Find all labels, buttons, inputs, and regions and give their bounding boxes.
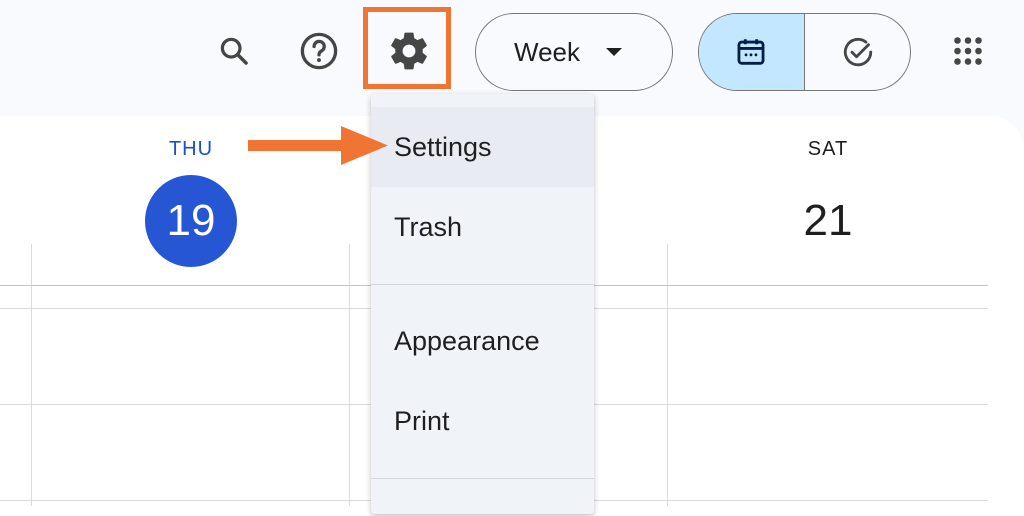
calendar-mode-button[interactable]: [699, 14, 804, 90]
calendar-tasks-toggle: [698, 13, 911, 91]
settings-menu: Settings Trash Appearance Print: [371, 94, 594, 514]
menu-item-print[interactable]: Print: [371, 381, 594, 461]
help-button[interactable]: [295, 27, 343, 75]
annotation-arrow-icon: [248, 126, 388, 165]
tasks-mode-button[interactable]: [805, 14, 910, 90]
search-icon: [220, 37, 248, 65]
grid-line: [667, 244, 668, 506]
day-number[interactable]: 21: [782, 175, 874, 267]
day-name: SAT: [807, 138, 849, 160]
day-header-sat[interactable]: SAT 21: [758, 138, 898, 267]
day-name: THU: [168, 138, 214, 160]
view-select-value: Week: [514, 36, 580, 67]
search-button[interactable]: [210, 27, 258, 75]
grid-line: [31, 244, 32, 506]
caret-down-icon: [606, 48, 622, 56]
menu-divider: [371, 284, 594, 285]
settings-highlight-box: [363, 7, 451, 89]
help-icon: [300, 32, 338, 70]
apps-button[interactable]: [944, 27, 992, 75]
day-header-thu[interactable]: THU 19: [121, 138, 261, 267]
calendar-icon: [737, 39, 765, 65]
menu-item-trash[interactable]: Trash: [371, 187, 594, 267]
grid-line: [349, 244, 350, 506]
day-number-today[interactable]: 19: [145, 175, 237, 267]
apps-grid-icon: [954, 37, 982, 65]
menu-item-settings[interactable]: Settings: [371, 107, 594, 187]
menu-item-appearance[interactable]: Appearance: [371, 301, 594, 381]
check-circle-icon: [843, 37, 872, 67]
menu-divider: [371, 478, 594, 479]
view-select-dropdown[interactable]: Week: [475, 13, 673, 91]
